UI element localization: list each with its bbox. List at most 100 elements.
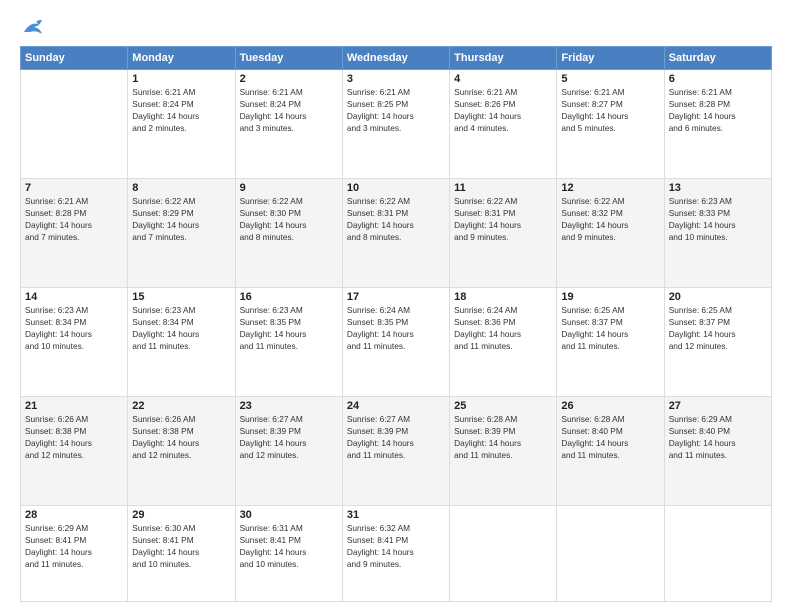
day-info: Sunrise: 6:30 AMSunset: 8:41 PMDaylight:…: [132, 522, 230, 570]
day-info: Sunrise: 6:22 AMSunset: 8:31 PMDaylight:…: [347, 195, 445, 243]
calendar-header-saturday: Saturday: [664, 47, 771, 70]
day-info: Sunrise: 6:21 AMSunset: 8:26 PMDaylight:…: [454, 86, 552, 134]
calendar-cell: 21Sunrise: 6:26 AMSunset: 8:38 PMDayligh…: [21, 397, 128, 506]
calendar-table: SundayMondayTuesdayWednesdayThursdayFrid…: [20, 46, 772, 602]
day-info: Sunrise: 6:25 AMSunset: 8:37 PMDaylight:…: [669, 304, 767, 352]
day-number: 29: [132, 509, 230, 521]
day-info: Sunrise: 6:31 AMSunset: 8:41 PMDaylight:…: [240, 522, 338, 570]
calendar-header-friday: Friday: [557, 47, 664, 70]
calendar-cell: 19Sunrise: 6:25 AMSunset: 8:37 PMDayligh…: [557, 288, 664, 397]
calendar-cell: 14Sunrise: 6:23 AMSunset: 8:34 PMDayligh…: [21, 288, 128, 397]
day-info: Sunrise: 6:22 AMSunset: 8:31 PMDaylight:…: [454, 195, 552, 243]
calendar-cell: 8Sunrise: 6:22 AMSunset: 8:29 PMDaylight…: [128, 179, 235, 288]
calendar-header-row: SundayMondayTuesdayWednesdayThursdayFrid…: [21, 47, 772, 70]
day-info: Sunrise: 6:27 AMSunset: 8:39 PMDaylight:…: [347, 413, 445, 461]
calendar-cell: 20Sunrise: 6:25 AMSunset: 8:37 PMDayligh…: [664, 288, 771, 397]
day-info: Sunrise: 6:28 AMSunset: 8:39 PMDaylight:…: [454, 413, 552, 461]
day-number: 5: [561, 73, 659, 85]
day-info: Sunrise: 6:23 AMSunset: 8:35 PMDaylight:…: [240, 304, 338, 352]
calendar-cell: 22Sunrise: 6:26 AMSunset: 8:38 PMDayligh…: [128, 397, 235, 506]
calendar-cell: 6Sunrise: 6:21 AMSunset: 8:28 PMDaylight…: [664, 70, 771, 179]
calendar-cell: 4Sunrise: 6:21 AMSunset: 8:26 PMDaylight…: [450, 70, 557, 179]
day-info: Sunrise: 6:22 AMSunset: 8:29 PMDaylight:…: [132, 195, 230, 243]
calendar-cell: 7Sunrise: 6:21 AMSunset: 8:28 PMDaylight…: [21, 179, 128, 288]
day-info: Sunrise: 6:21 AMSunset: 8:24 PMDaylight:…: [240, 86, 338, 134]
day-info: Sunrise: 6:21 AMSunset: 8:27 PMDaylight:…: [561, 86, 659, 134]
day-info: Sunrise: 6:23 AMSunset: 8:34 PMDaylight:…: [25, 304, 123, 352]
calendar-week-row: 28Sunrise: 6:29 AMSunset: 8:41 PMDayligh…: [21, 506, 772, 602]
day-info: Sunrise: 6:22 AMSunset: 8:32 PMDaylight:…: [561, 195, 659, 243]
day-info: Sunrise: 6:21 AMSunset: 8:28 PMDaylight:…: [25, 195, 123, 243]
calendar-header-tuesday: Tuesday: [235, 47, 342, 70]
day-number: 15: [132, 291, 230, 303]
calendar-cell: 17Sunrise: 6:24 AMSunset: 8:35 PMDayligh…: [342, 288, 449, 397]
calendar-cell: 11Sunrise: 6:22 AMSunset: 8:31 PMDayligh…: [450, 179, 557, 288]
day-number: 10: [347, 182, 445, 194]
day-info: Sunrise: 6:22 AMSunset: 8:30 PMDaylight:…: [240, 195, 338, 243]
day-number: 14: [25, 291, 123, 303]
calendar-cell: 2Sunrise: 6:21 AMSunset: 8:24 PMDaylight…: [235, 70, 342, 179]
day-number: 4: [454, 73, 552, 85]
calendar-week-row: 21 Sunrise: 6:26 AMSunset: 8:38 PMDayligh…: [21, 397, 772, 506]
calendar-cell: 1Sunrise: 6:21 AMSunset: 8:24 PMDaylight…: [128, 70, 235, 179]
calendar-cell: 27Sunrise: 6:29 AMSunset: 8:40 PMDayligh…: [664, 397, 771, 506]
calendar-cell: 15Sunrise: 6:23 AMSunset: 8:34 PMDayligh…: [128, 288, 235, 397]
day-number: 3: [347, 73, 445, 85]
calendar-cell: 10Sunrise: 6:22 AMSunset: 8:31 PMDayligh…: [342, 179, 449, 288]
calendar-cell: [557, 506, 664, 602]
day-info: Sunrise: 6:21 AMSunset: 8:25 PMDaylight:…: [347, 86, 445, 134]
day-number: 8: [132, 182, 230, 194]
day-number: 20: [669, 291, 767, 303]
day-info: Sunrise: 6:23 AMSunset: 8:33 PMDaylight:…: [669, 195, 767, 243]
day-number: 25: [454, 400, 552, 412]
day-info: Sunrise: 6:24 AMSunset: 8:36 PMDaylight:…: [454, 304, 552, 352]
day-info: Sunrise: 6:29 AMSunset: 8:41 PMDaylight:…: [25, 522, 123, 570]
logo: [20, 18, 44, 36]
calendar-week-row: 14Sunrise: 6:23 AMSunset: 8:34 PMDayligh…: [21, 288, 772, 397]
calendar-cell: 28Sunrise: 6:29 AMSunset: 8:41 PMDayligh…: [21, 506, 128, 602]
page: SundayMondayTuesdayWednesdayThursdayFrid…: [0, 0, 792, 612]
calendar-cell: [450, 506, 557, 602]
calendar-cell: 26Sunrise: 6:28 AMSunset: 8:40 PMDayligh…: [557, 397, 664, 506]
day-info: Sunrise: 6:28 AMSunset: 8:40 PMDaylight:…: [561, 413, 659, 461]
day-info: Sunrise: 6:25 AMSunset: 8:37 PMDaylight:…: [561, 304, 659, 352]
calendar-cell: 24Sunrise: 6:27 AMSunset: 8:39 PMDayligh…: [342, 397, 449, 506]
calendar-cell: [664, 506, 771, 602]
day-info: Sunrise: 6:27 AMSunset: 8:39 PMDaylight:…: [240, 413, 338, 461]
day-number: 24: [347, 400, 445, 412]
day-info: Sunrise: 6:32 AMSunset: 8:41 PMDaylight:…: [347, 522, 445, 570]
calendar-cell: 9Sunrise: 6:22 AMSunset: 8:30 PMDaylight…: [235, 179, 342, 288]
day-number: 22: [132, 400, 230, 412]
day-info: Sunrise: 6:21 AMSunset: 8:28 PMDaylight:…: [669, 86, 767, 134]
calendar-cell: 13Sunrise: 6:23 AMSunset: 8:33 PMDayligh…: [664, 179, 771, 288]
calendar-cell: 3Sunrise: 6:21 AMSunset: 8:25 PMDaylight…: [342, 70, 449, 179]
header: [20, 18, 772, 36]
day-number: 13: [669, 182, 767, 194]
calendar-cell: 18Sunrise: 6:24 AMSunset: 8:36 PMDayligh…: [450, 288, 557, 397]
calendar-cell: 31Sunrise: 6:32 AMSunset: 8:41 PMDayligh…: [342, 506, 449, 602]
day-number: 1: [132, 73, 230, 85]
day-number: 9: [240, 182, 338, 194]
day-number: 16: [240, 291, 338, 303]
day-number: 26: [561, 400, 659, 412]
day-info: Sunrise: 6:24 AMSunset: 8:35 PMDaylight:…: [347, 304, 445, 352]
day-info: Sunrise: 6:26 AMSunset: 8:38 PMDaylight:…: [132, 413, 230, 461]
day-number: 2: [240, 73, 338, 85]
calendar-cell: [21, 70, 128, 179]
day-info: Sunrise: 6:23 AMSunset: 8:34 PMDaylight:…: [132, 304, 230, 352]
day-number: 27: [669, 400, 767, 412]
calendar-cell: 12Sunrise: 6:22 AMSunset: 8:32 PMDayligh…: [557, 179, 664, 288]
day-number: 18: [454, 291, 552, 303]
day-info: Sunrise: 6:29 AMSunset: 8:40 PMDaylight:…: [669, 413, 767, 461]
calendar-cell: 5Sunrise: 6:21 AMSunset: 8:27 PMDaylight…: [557, 70, 664, 179]
calendar-week-row: 1Sunrise: 6:21 AMSunset: 8:24 PMDaylight…: [21, 70, 772, 179]
day-number: 21: [25, 400, 123, 412]
calendar-week-row: 7Sunrise: 6:21 AMSunset: 8:28 PMDaylight…: [21, 179, 772, 288]
day-number: 6: [669, 73, 767, 85]
calendar-header-monday: Monday: [128, 47, 235, 70]
day-number: 11: [454, 182, 552, 194]
day-info: Sunrise: 6:21 AMSunset: 8:24 PMDaylight:…: [132, 86, 230, 134]
calendar-cell: 16Sunrise: 6:23 AMSunset: 8:35 PMDayligh…: [235, 288, 342, 397]
day-number: 31: [347, 509, 445, 521]
day-number: 17: [347, 291, 445, 303]
